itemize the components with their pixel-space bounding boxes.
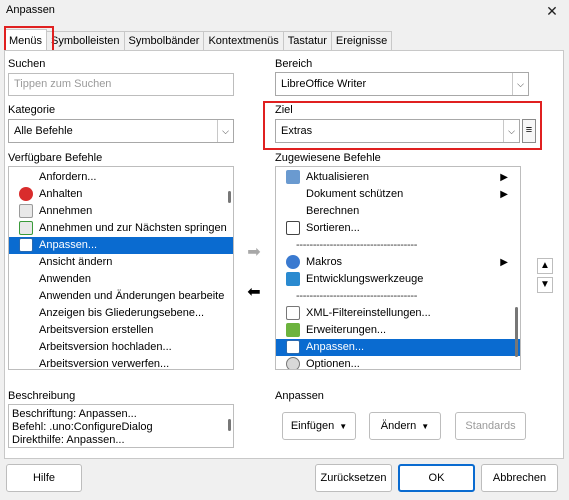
list-item[interactable]: Annehmen und zur Nächsten springen [9,220,233,237]
tab-toolbars[interactable]: Symbolleisten [46,31,125,51]
triangle-down-icon: ▼ [421,422,430,431]
accept-icon [19,204,33,218]
stop-icon [19,187,33,201]
list-item[interactable]: Arbeitsversion hochladen... [9,339,233,356]
triangle-down-icon: ▼ [339,422,348,431]
scrollbar-thumb[interactable] [228,191,231,203]
list-item[interactable]: Sortieren... [276,220,520,237]
list-item[interactable]: Anpassen... [9,237,233,254]
description-line: Befehl: .uno:ConfigureDialog [12,421,153,433]
customize-section-label: Anpassen [275,390,324,402]
list-item[interactable]: Berechnen [276,203,520,220]
description-label: Beschreibung [8,390,76,402]
tab-bar: Menüs Symbolleisten Symbolbänder Kontext… [4,29,393,51]
submenu-arrow-icon: ▶ [500,172,508,183]
chevron-down-icon: ⌵ [512,73,528,95]
scope-value: LibreOffice Writer [281,78,367,90]
list-item[interactable]: Anfordern... [9,169,233,186]
help-button[interactable]: Hilfe [6,464,82,492]
scope-label: Bereich [275,58,313,70]
tab-notebookbar[interactable]: Symbolbänder [123,31,205,51]
move-up-button[interactable]: ▲ [537,258,553,274]
reset-button[interactable]: Zurücksetzen [315,464,392,492]
available-commands-label: Verfügbare Befehle [8,152,103,164]
search-placeholder: Tippen zum Suchen [14,78,112,90]
list-item[interactable]: Anpassen... [276,339,520,356]
scrollbar-thumb[interactable] [228,419,231,431]
category-label: Kategorie [8,104,56,116]
title-bar: Anpassen ✕ [0,0,569,22]
add-command-arrow-icon[interactable]: ➡ [242,241,266,265]
scope-select[interactable]: LibreOffice Writer ⌵ [275,72,529,96]
window-title: Anpassen [6,4,55,16]
list-item[interactable]: Optionen... [276,356,520,369]
list-item[interactable]: Arbeitsversion verwerfen... [9,356,233,369]
list-item[interactable]: Aktualisieren ▶ [276,169,520,186]
list-item[interactable]: XML-Filtereinstellungen... [276,305,520,322]
tab-context-menus[interactable]: Kontextmenüs [203,31,284,51]
ok-button[interactable]: OK [398,464,475,492]
tab-events[interactable]: Ereignisse [330,31,393,51]
accept-next-icon [19,221,33,235]
description-line: Beschriftung: Anpassen... [12,408,137,420]
devtools-icon [286,272,300,286]
search-input[interactable]: Tippen zum Suchen [8,73,234,96]
extensions-icon [286,323,300,337]
xml-filter-icon [286,306,300,320]
tab-keyboard[interactable]: Tastatur [282,31,332,51]
category-select[interactable]: Alle Befehle ⌵ [8,119,234,143]
description-line: Direkthilfe: Anpassen... [12,434,125,446]
cancel-button[interactable]: Abbrechen [481,464,558,492]
list-item[interactable]: Anhalten [9,186,233,203]
sort-icon [286,221,300,235]
description-box: Beschriftung: Anpassen... Befehl: .uno:C… [8,404,234,448]
submenu-arrow-icon: ▶ [500,189,508,200]
search-label: Suchen [8,58,46,70]
insert-button[interactable]: Einfügen ▼ [282,412,356,440]
list-item[interactable]: Entwicklungswerkzeuge [276,271,520,288]
category-value: Alle Befehle [14,125,73,137]
scrollbar-thumb[interactable] [515,307,518,357]
list-item[interactable]: Anwenden [9,271,233,288]
separator-row[interactable]: ------------------------------------ [276,237,520,254]
list-item[interactable]: Erweiterungen... [276,322,520,339]
separator-row[interactable]: ------------------------------------ [276,288,520,305]
list-item[interactable]: Dokument schützen ▶ [276,186,520,203]
assigned-commands-list[interactable]: Aktualisieren ▶ Dokument schützen ▶ Berech… [275,166,521,370]
chevron-down-icon: ⌵ [217,120,233,142]
remove-command-arrow-icon[interactable]: ⬅ [242,281,266,305]
modify-button[interactable]: Ändern ▼ [369,412,441,440]
list-item[interactable]: Makros ▶ [276,254,520,271]
submenu-arrow-icon: ▶ [500,257,508,268]
options-icon [286,357,300,369]
move-down-button[interactable]: ▼ [537,277,553,293]
list-item[interactable]: Anwenden und Änderungen bearbeite [9,288,233,305]
list-item[interactable]: Annehmen [9,203,233,220]
list-item[interactable]: Arbeitsversion erstellen [9,322,233,339]
customize-icon [286,340,300,354]
standards-button[interactable]: Standards [455,412,526,440]
assigned-commands-label: Zugewiesene Befehle [275,152,381,164]
customize-icon [19,238,33,252]
target-highlight-annotation [263,101,542,150]
macros-icon [286,255,300,269]
refresh-icon [286,170,300,184]
list-item[interactable]: Ansicht ändern [9,254,233,271]
close-icon[interactable]: ✕ [543,2,561,20]
list-item[interactable]: Anzeigen bis Gliederungsebene... [9,305,233,322]
available-commands-list[interactable]: Anfordern... Anhalten Annehmen Annehmen … [8,166,234,370]
